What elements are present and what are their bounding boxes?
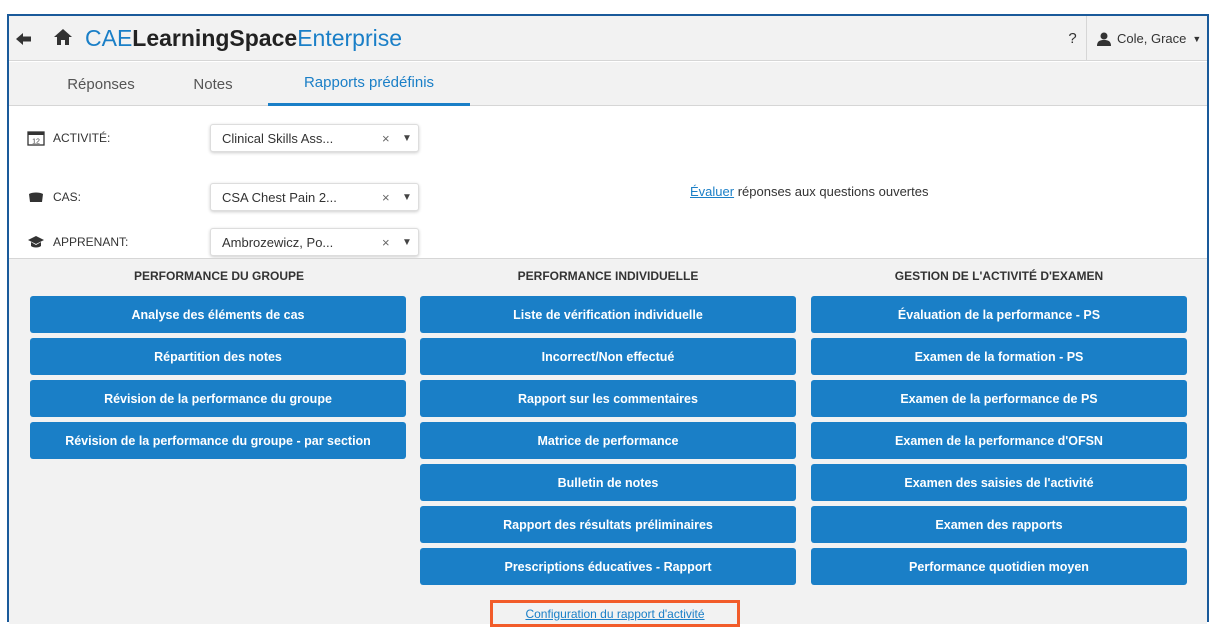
group-performance-title: PERFORMANCE DU GROUPE [133, 269, 304, 283]
learner-label-group: APPRENANT: [27, 225, 128, 259]
report-button[interactable]: Examen de la performance d'OFSN [811, 422, 1187, 459]
filter-panel: 12 ACTIVITÉ: Clinical Skills Ass... × ▼ … [9, 107, 1207, 257]
filter-row-learner: APPRENANT: Ambrozewicz, Po... × ▼ [9, 225, 429, 259]
report-button[interactable]: Révision de la performance du groupe [30, 380, 406, 417]
app-window: CAELearningSpaceEnterprise ? Cole, Grace… [7, 14, 1209, 627]
report-button[interactable]: Analyse des éléments de cas [30, 296, 406, 333]
report-button[interactable]: Examen des saisies de l'activité [811, 464, 1187, 501]
case-label: CAS: [53, 190, 82, 204]
user-name: Cole, Grace [1117, 31, 1187, 46]
app-logo[interactable]: CAELearningSpaceEnterprise [85, 25, 402, 51]
report-button[interactable]: Examen de la formation - PS [811, 338, 1187, 375]
learner-label: APPRENANT: [53, 235, 129, 249]
activity-label: ACTIVITÉ: [53, 131, 111, 145]
logo-enterprise: Enterprise [297, 25, 403, 51]
report-button[interactable]: Répartition des notes [30, 338, 406, 375]
config-link-highlight: Configuration du rapport d'activité [490, 600, 740, 627]
learner-select[interactable]: Ambrozewicz, Po... × ▼ [210, 228, 419, 256]
activity-value: Clinical Skills Ass... [222, 130, 334, 146]
report-button[interactable]: Examen des rapports [811, 506, 1187, 543]
report-button[interactable]: Évaluation de la performance - PS [811, 296, 1187, 333]
learner-value: Ambrozewicz, Po... [222, 234, 334, 250]
case-value: CSA Chest Pain 2... [222, 189, 337, 205]
individual-performance-title: PERFORMANCE INDIVIDUELLE [517, 269, 699, 283]
chevron-down-icon[interactable]: ▼ [396, 133, 418, 144]
tab-reponses[interactable]: Réponses [51, 62, 151, 106]
report-button[interactable]: Révision de la performance du groupe - p… [30, 422, 406, 459]
filter-row-case: CAS: CSA Chest Pain 2... × ▼ [9, 180, 429, 214]
home-icon[interactable] [53, 27, 73, 47]
clear-icon[interactable]: × [382, 190, 396, 205]
back-arrow-icon [16, 32, 31, 45]
report-button[interactable]: Examen de la performance de PS [811, 380, 1187, 417]
evaluate-open-questions: Évaluer réponses aux questions ouvertes [690, 184, 928, 199]
top-bar: CAELearningSpaceEnterprise ? Cole, Grace… [9, 16, 1207, 61]
help-button[interactable]: ? [1059, 16, 1087, 61]
activity-report-config-link[interactable]: Configuration du rapport d'activité [525, 607, 704, 621]
report-button[interactable]: Bulletin de notes [420, 464, 796, 501]
clear-icon[interactable]: × [382, 235, 396, 250]
evaluate-link[interactable]: Évaluer [690, 184, 734, 199]
user-icon [1097, 32, 1111, 46]
case-label-group: CAS: [27, 180, 81, 214]
svg-text:12: 12 [32, 139, 40, 146]
report-button[interactable]: Performance quotidien moyen [811, 548, 1187, 585]
report-button[interactable]: Matrice de performance [420, 422, 796, 459]
report-button[interactable]: Liste de vérification individuelle [420, 296, 796, 333]
filter-row-activity: 12 ACTIVITÉ: Clinical Skills Ass... × ▼ [9, 121, 429, 155]
report-button[interactable]: Rapport des résultats préliminaires [420, 506, 796, 543]
logo-cae: CAE [85, 25, 133, 51]
exam-management-title: GESTION DE L'ACTIVITÉ D'EXAMEN [894, 269, 1104, 283]
chevron-down-icon: ▼ [1192, 33, 1202, 44]
chevron-down-icon[interactable]: ▼ [396, 237, 418, 248]
tab-notes[interactable]: Notes [173, 62, 253, 106]
chevron-down-icon[interactable]: ▼ [396, 192, 418, 203]
calendar-icon: 12 [27, 131, 45, 146]
graduation-cap-icon [28, 236, 44, 248]
activity-select[interactable]: Clinical Skills Ass... × ▼ [210, 124, 419, 152]
back-button[interactable] [9, 16, 39, 61]
report-button[interactable]: Rapport sur les commentaires [420, 380, 796, 417]
activity-label-group: 12 ACTIVITÉ: [27, 121, 110, 155]
evaluate-text: réponses aux questions ouvertes [734, 184, 929, 199]
hat-icon [29, 192, 43, 202]
report-button[interactable]: Prescriptions éducatives - Rapport [420, 548, 796, 585]
logo-learningspace: LearningSpace [132, 25, 298, 51]
case-select[interactable]: CSA Chest Pain 2... × ▼ [210, 183, 419, 211]
tab-rapports-predefinis[interactable]: Rapports prédéfinis [268, 62, 470, 106]
reports-panel: PERFORMANCE DU GROUPE PERFORMANCE INDIVI… [9, 258, 1207, 627]
tab-bar: Réponses Notes Rapports prédéfinis [9, 62, 1207, 106]
clear-icon[interactable]: × [382, 131, 396, 146]
user-menu[interactable]: Cole, Grace ▼ [1097, 16, 1201, 61]
report-button[interactable]: Incorrect/Non effectué [420, 338, 796, 375]
